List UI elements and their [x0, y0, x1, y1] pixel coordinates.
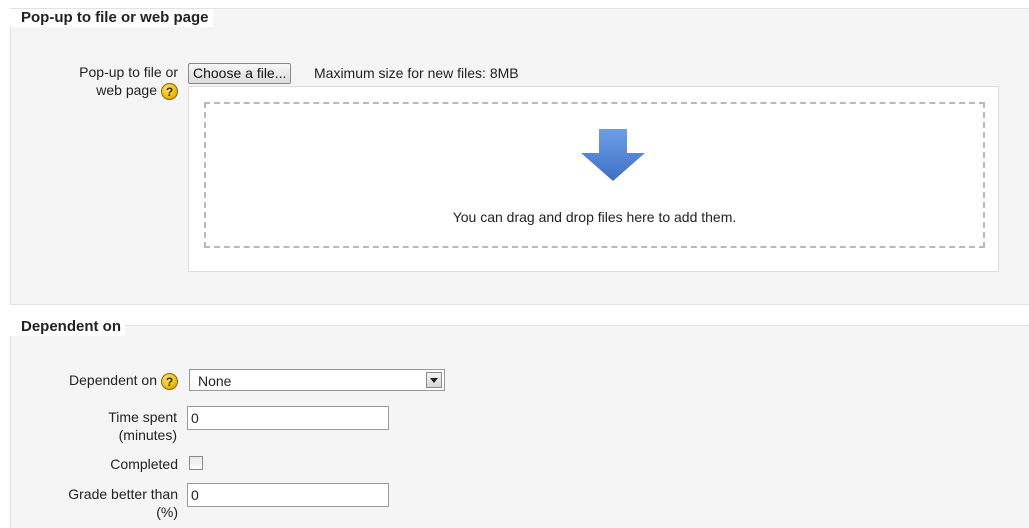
- help-icon[interactable]: ?: [161, 372, 178, 390]
- grade-better-label: Grade better than (%): [68, 485, 178, 521]
- completed-label: Completed: [110, 456, 178, 472]
- dependent-field-label: Dependent on?: [69, 371, 178, 390]
- drop-instructions: You can drag and drop files here to add …: [452, 209, 737, 225]
- grade-label-line2: (%): [156, 504, 178, 520]
- dependent-label-text: Dependent on: [69, 372, 157, 388]
- section-legend-popup: Pop-up to file or web page: [10, 9, 213, 27]
- file-drop-area[interactable]: You can drag and drop files here to add …: [188, 86, 999, 272]
- popup-field-label: Pop-up to file or web page?: [79, 63, 178, 100]
- time-label-line2: (minutes): [118, 427, 177, 443]
- completed-checkbox[interactable]: [189, 456, 203, 470]
- popup-label-line2: web page: [96, 82, 157, 98]
- time-spent-input[interactable]: [187, 406, 389, 430]
- popup-label-line2-wrap: web page?: [79, 81, 178, 100]
- down-arrow-icon: [581, 129, 645, 181]
- max-size-text: Maximum size for new files: 8MB: [314, 65, 519, 81]
- dropzone[interactable]: You can drag and drop files here to add …: [204, 102, 985, 248]
- chevron-down-icon[interactable]: [426, 372, 442, 388]
- dependent-on-select[interactable]: None: [189, 369, 445, 391]
- time-spent-label: Time spent (minutes): [108, 408, 177, 444]
- section-legend-dependent: Dependent on: [10, 318, 125, 336]
- time-label-line1: Time spent: [108, 409, 177, 425]
- choose-file-button[interactable]: Choose a file...: [188, 63, 292, 84]
- popup-label-line1: Pop-up to file or: [79, 64, 178, 80]
- dependent-on-value: None: [198, 373, 232, 389]
- help-icon[interactable]: ?: [161, 82, 178, 100]
- grade-label-line1: Grade better than: [68, 486, 178, 502]
- grade-better-input[interactable]: [187, 483, 389, 507]
